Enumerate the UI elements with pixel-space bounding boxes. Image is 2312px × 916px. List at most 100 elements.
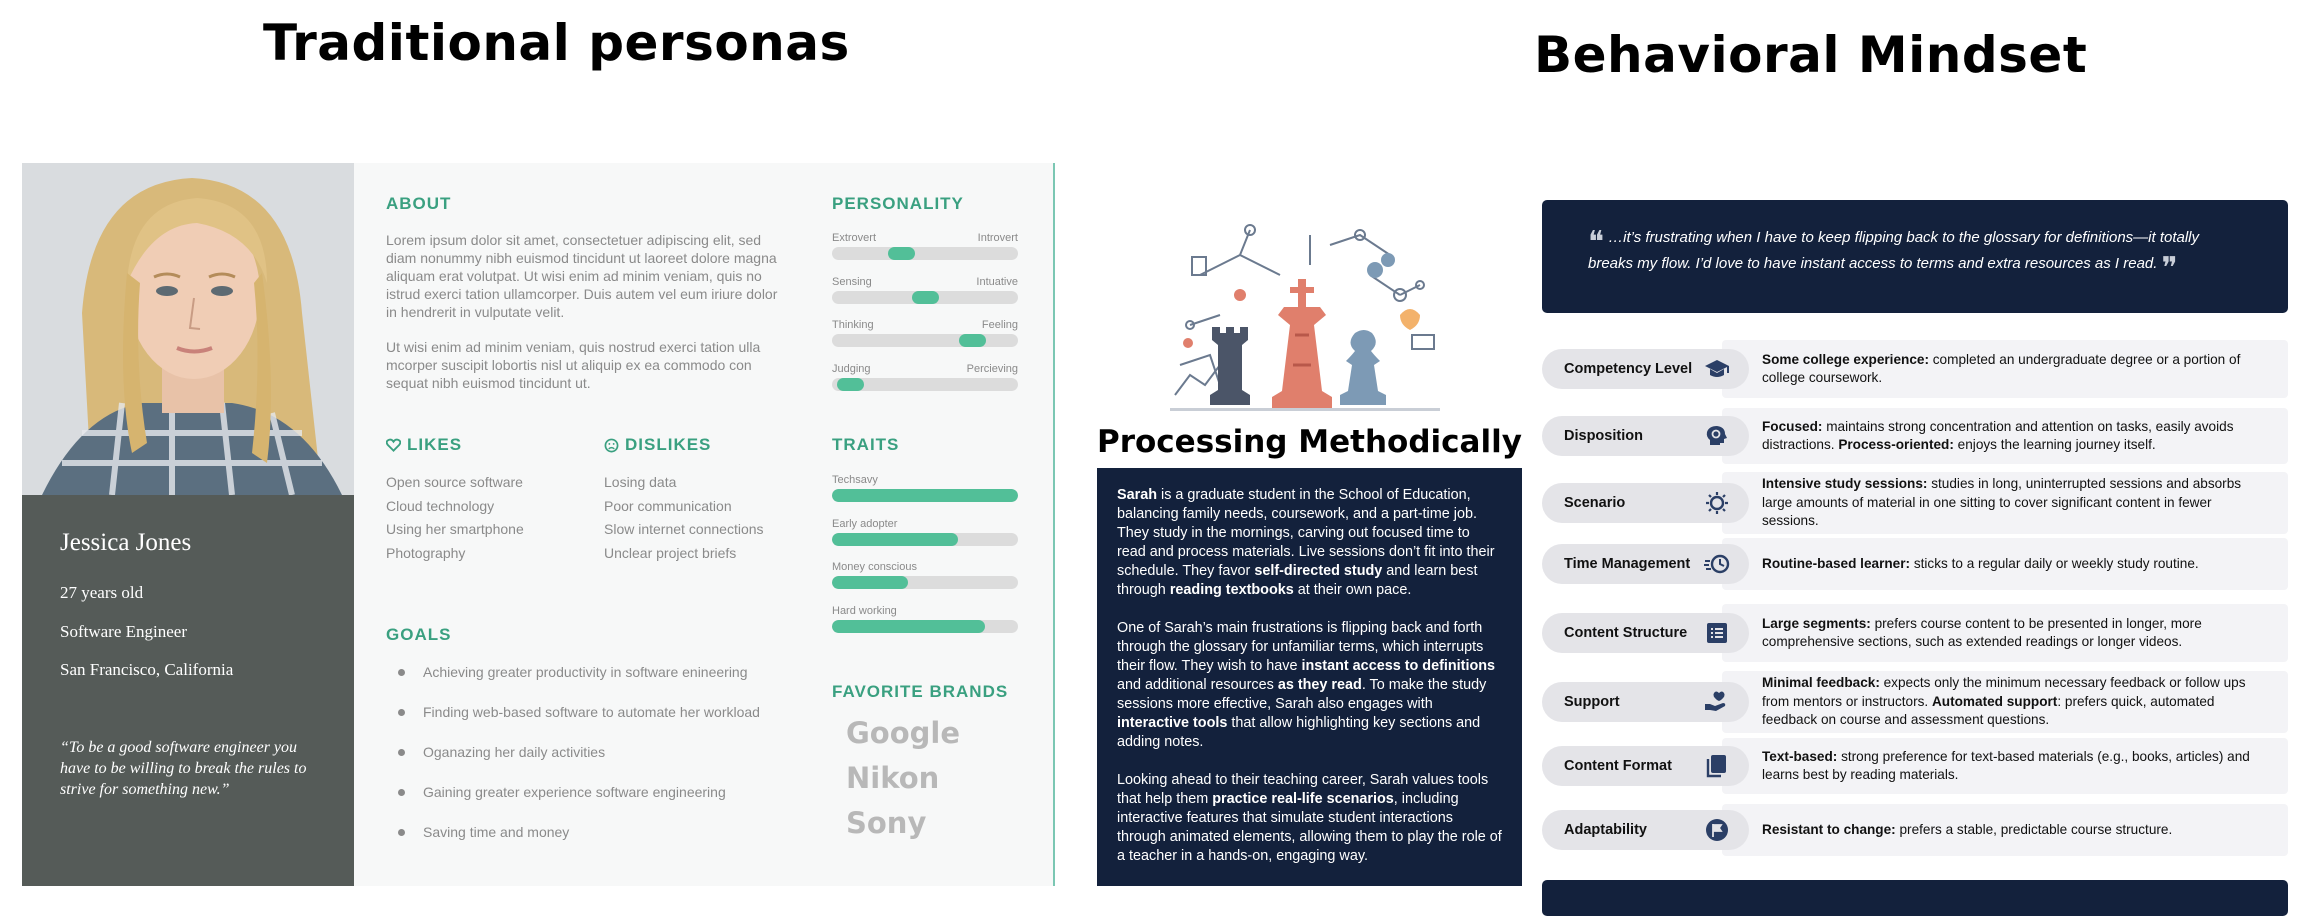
personality-slider: Sensing Intuative — [832, 276, 1018, 320]
personality-slider: Thinking Feeling — [832, 319, 1018, 363]
slider-track — [832, 334, 1018, 347]
story-paragraph-3: Looking ahead to their teaching career, … — [1117, 772, 1502, 864]
brand-logo: Nikon — [846, 761, 940, 795]
attribute-description: Routine-based learner: sticks to a regul… — [1762, 555, 2199, 571]
personality-title: PERSONALITY — [832, 194, 964, 213]
list-doc-icon — [1699, 618, 1735, 648]
mindset-row: Adaptability Resistant to change: prefers… — [1542, 804, 2288, 856]
dislikes-title: DISLIKES — [625, 435, 712, 454]
trait-fill — [832, 489, 1018, 502]
slider-knob — [911, 290, 939, 304]
personality-slider: Judging Percieving — [832, 363, 1018, 407]
heading-behavioral-mindset: Behavioral Mindset — [1534, 26, 2088, 84]
dislike-item: Losing data — [604, 474, 677, 490]
attribute-description: Text-based: strong preference for text-b… — [1762, 748, 2250, 783]
like-item: Cloud technology — [386, 497, 495, 514]
slider-left-label: Extrovert — [832, 232, 877, 244]
attribute-description: Intensive study sessions: studies in lon… — [1762, 476, 2242, 528]
like-item: Open source software — [386, 474, 523, 490]
attribute-label: Content Format — [1564, 758, 1672, 774]
goal-item: Achieving greater productivity in softwa… — [398, 652, 798, 692]
trait-fill — [832, 532, 959, 546]
slider-left-label: Thinking — [832, 319, 874, 331]
slider-track — [832, 247, 1018, 260]
user-quote-box: ❝ …it’s frustrating when I have to keep f… — [1542, 200, 2288, 313]
trait-track — [832, 489, 1018, 502]
attribute-pill: Competency Level — [1542, 349, 1749, 389]
attribute-label: Support — [1564, 694, 1620, 710]
bullet-icon — [398, 708, 405, 716]
goal-item: Oganazing her daily activities — [398, 732, 798, 772]
attribute-description: Large segments: prefers course content t… — [1762, 615, 2202, 650]
card-divider — [1053, 163, 1055, 886]
attribute-label: Scenario — [1564, 495, 1626, 511]
dislikes-list: Losing data Poor communication Slow inte… — [604, 474, 764, 568]
slider-right-label: Intuative — [976, 275, 1018, 288]
attribute-pill: Content Structure — [1542, 613, 1749, 653]
trait-bar: Money conscious — [832, 561, 1018, 605]
traits-title: TRAITS — [832, 435, 900, 454]
persona-quote: “To be a good software engineer you have… — [60, 739, 307, 798]
mindset-row: Support Minimal feedback: expects only th… — [1542, 671, 2288, 733]
sarah-story-panel: Sarah is a graduate student in the Schoo… — [1097, 468, 1522, 886]
attribute-label: Competency Level — [1564, 361, 1693, 377]
graduation-cap-icon — [1699, 354, 1735, 384]
trait-bar: Techsavy — [832, 474, 1018, 518]
slider-knob — [959, 334, 987, 347]
sad-face-icon — [604, 438, 619, 453]
goals-list: Achieving greater productivity in softwa… — [398, 652, 798, 852]
trait-label: Techsavy — [832, 474, 878, 486]
likes-header: LIKES — [386, 435, 462, 455]
bullet-icon — [398, 828, 405, 836]
brand-logo: Sony — [846, 806, 927, 840]
dislike-item: Slow internet connections — [604, 521, 764, 537]
story-paragraph-1: Sarah is a graduate student in the Schoo… — [1117, 487, 1495, 598]
dislike-item: Poor communication — [604, 497, 732, 514]
goal-item: Saving time and money — [398, 812, 798, 852]
head-gear-icon — [1699, 421, 1735, 451]
bullet-icon — [398, 788, 405, 796]
hand-heart-icon — [1699, 687, 1735, 717]
attribute-label: Time Management — [1564, 556, 1691, 572]
personality-slider: Extrovert Introvert — [832, 232, 1018, 276]
sun-gear-icon — [1699, 488, 1735, 518]
attribute-label: Adaptability — [1564, 822, 1647, 838]
trait-track — [832, 619, 1018, 633]
brands-title: FAVORITE BRANDS — [832, 682, 1009, 701]
goals-title: GOALS — [386, 625, 452, 644]
attribute-pill: Content Format — [1542, 746, 1749, 786]
persona-location: San Francisco, California — [60, 660, 234, 679]
like-item: Using her smartphone — [386, 521, 524, 537]
bullet-icon — [398, 668, 405, 676]
story-paragraph-2: One of Sarah’s main frustrations is flip… — [1117, 620, 1496, 750]
like-item: Photography — [386, 544, 466, 561]
close-quote-icon: ❞ — [2161, 252, 2178, 285]
fast-clock-icon — [1699, 549, 1735, 579]
goal-item: Finding web-based software to automate h… — [398, 692, 798, 732]
mindset-row: Competency Level Some college experience:… — [1542, 340, 2288, 398]
dislike-item: Unclear project briefs — [604, 544, 737, 561]
mindset-row: Content Format Text-based: strong prefere… — [1542, 738, 2288, 794]
slider-left-label: Sensing — [832, 275, 872, 288]
traits-bars: Techsavy Early adopter Money conscious Hard… — [832, 474, 1018, 648]
brand-logo: Google — [846, 716, 961, 750]
trait-fill — [832, 576, 909, 589]
about-paragraph-1: Lorem ipsum dolor sit amet, consectetuer… — [386, 232, 778, 320]
chess-illustration-icon — [1160, 215, 1450, 420]
flag-circle-icon — [1699, 815, 1735, 845]
attribute-label: Disposition — [1564, 428, 1643, 444]
mindset-row: Time Management Routine-based learner: st… — [1542, 538, 2288, 590]
slider-track — [832, 377, 1018, 391]
trait-bar: Early adopter — [832, 518, 1018, 562]
persona-name: Jessica Jones — [60, 529, 192, 556]
bullet-icon — [398, 748, 405, 756]
mindset-row: Disposition Focused: maintains strong con… — [1542, 408, 2288, 464]
slider-track — [832, 290, 1018, 304]
persona-age: 27 years old — [60, 583, 144, 602]
attribute-pill: Adaptability — [1542, 810, 1749, 850]
attribute-pill: Support — [1542, 682, 1749, 722]
attribute-description: Some college experience: completed an un… — [1762, 351, 2241, 386]
slider-right-label: Feeling — [981, 319, 1018, 331]
trait-track — [832, 576, 1018, 589]
persona-photo — [22, 163, 354, 495]
